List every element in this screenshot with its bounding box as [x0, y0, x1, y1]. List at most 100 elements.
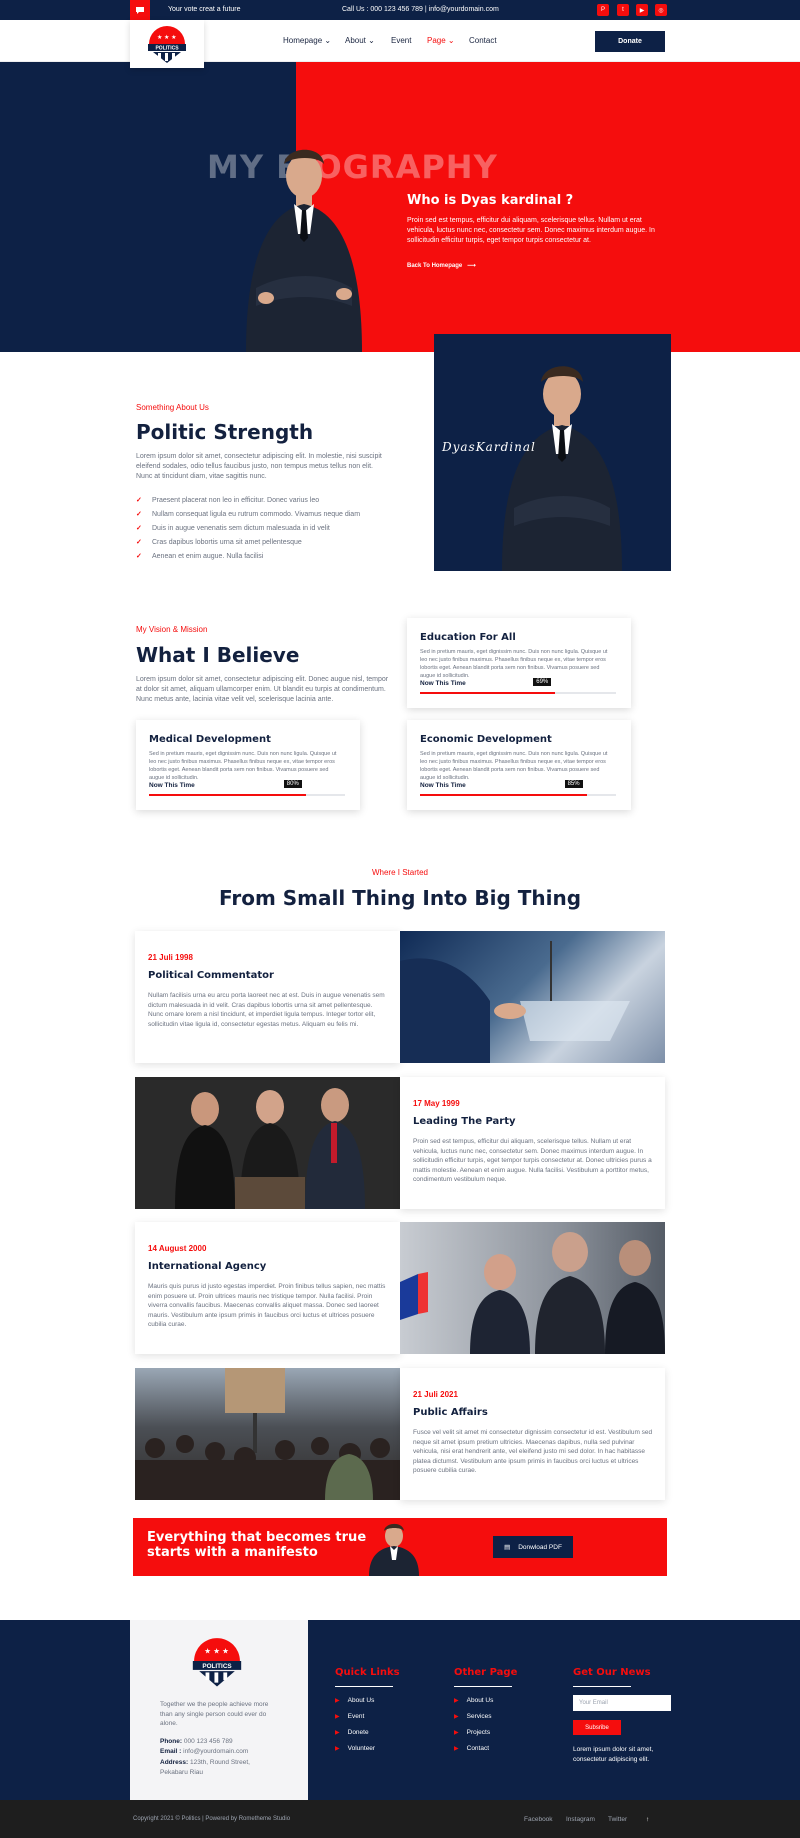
footer-link[interactable]: ▶ Contact — [454, 1745, 489, 1752]
vision-card: Education For All Sed in pretium mauris,… — [407, 618, 631, 708]
about-point: ✓ Praesent placerat non leo in efficitur.… — [136, 497, 320, 504]
nav-event[interactable]: Event — [391, 36, 411, 45]
timeline-card: 17 May 1999 Leading The Party Proin sed … — [400, 1077, 665, 1209]
site-logo[interactable]: ★ ★ ★ POLITICS — [130, 20, 204, 68]
timeline-date: 14 August 2000 — [148, 1244, 207, 1253]
protest-crowd-image — [135, 1368, 400, 1500]
instagram-icon[interactable]: ◎ — [655, 4, 667, 16]
facebook-link[interactable]: Facebook — [524, 1816, 553, 1823]
timeline-card-title: Public Affairs — [413, 1407, 488, 1418]
vision-title: What I Believe — [136, 643, 300, 667]
progress-fill — [420, 692, 556, 694]
now-this-time-label: Now This Time — [420, 680, 466, 687]
manifesto-text: Everything that becomes true starts with… — [147, 1530, 367, 1560]
footer-link[interactable]: ▶ Donete — [335, 1729, 369, 1736]
footer-phone: Phone: 000 123 456 789 — [160, 1738, 233, 1745]
divider — [454, 1686, 512, 1687]
nav-homepage[interactable]: Homepage ⌄ — [283, 36, 331, 45]
check-icon: ✓ — [136, 553, 142, 560]
about-point: ✓ Nullam consequat ligula eu rutrum commo… — [136, 511, 361, 518]
hero-portrait — [246, 149, 362, 352]
nav-about[interactable]: About ⌄ — [345, 36, 375, 45]
quick-links-title: Quick Links — [335, 1667, 400, 1678]
vision-card-text: Sed in pretium mauris, eget dignissim nu… — [420, 751, 608, 781]
divider — [335, 1686, 393, 1687]
timeline-card-text: Proin sed est tempus, efficitur dui aliq… — [413, 1138, 652, 1183]
timeline-card-text: Mauris quis purus id justo egestas imper… — [148, 1283, 386, 1328]
donate-button[interactable]: Donate — [595, 31, 665, 52]
timeline-card-title: Leading The Party — [413, 1116, 516, 1127]
footer-link[interactable]: ▶ Volunteer — [335, 1745, 375, 1752]
timeline-card: 21 Juli 2021 Public Affairs Fusce vel ve… — [400, 1368, 665, 1500]
vision-card-title: Economic Development — [420, 734, 552, 745]
subscribe-button[interactable]: Subsribe — [573, 1720, 621, 1735]
newsletter-email-input[interactable]: Your Email — [573, 1695, 671, 1711]
progress-percent: 80% — [283, 780, 302, 788]
vision-card-text: Sed in pretium mauris, eget dignissim nu… — [149, 751, 337, 781]
footer-link[interactable]: ▶ Event — [335, 1713, 364, 1720]
caret-right-icon: ▶ — [454, 1730, 459, 1736]
check-icon: ✓ — [136, 497, 142, 504]
profile-portrait — [502, 366, 622, 571]
check-icon: ✓ — [136, 511, 142, 518]
vision-card: Medical Development Sed in pretium mauri… — [136, 720, 360, 810]
footer-link[interactable]: ▶ About Us — [454, 1697, 493, 1704]
timeline-card-text: Fusce vel velit sit amet mi consectetur … — [413, 1429, 653, 1474]
podium-speaker-image — [400, 931, 665, 1063]
svg-text:★ ★ ★: ★ ★ ★ — [204, 1646, 229, 1655]
caret-right-icon: ▶ — [454, 1698, 459, 1704]
timeline-card: 14 August 2000 International Agency Maur… — [135, 1222, 400, 1354]
twitter-link[interactable]: Twitter — [608, 1816, 627, 1823]
check-icon: ✓ — [136, 525, 142, 532]
vision-card: Economic Development Sed in pretium maur… — [407, 720, 631, 810]
caret-right-icon: ▶ — [335, 1714, 340, 1720]
vision-kicker: My Vision & Mission — [136, 625, 208, 634]
twitter-icon[interactable]: t — [617, 4, 629, 16]
conference-delegates-image — [400, 1222, 665, 1354]
progress-percent: 85% — [564, 780, 583, 788]
youtube-icon[interactable]: ▶ — [636, 4, 648, 16]
footer-link[interactable]: ▶ Services — [454, 1713, 492, 1720]
vision-card-title: Medical Development — [149, 734, 271, 745]
contact-info: Call Us : 000 123 456 789 | info@yourdom… — [342, 6, 499, 13]
footer-address: Address: 123th, Round Street, Pekabaru R… — [160, 1759, 250, 1776]
footer-link[interactable]: ▶ About Us — [335, 1697, 374, 1704]
footer-logo-icon: ★ ★ ★ POLITICS — [192, 1638, 242, 1687]
back-to-homepage-link[interactable]: Back To Homepage ⟶ — [407, 262, 476, 269]
vision-card-text: Sed in pretium mauris, eget dignissim nu… — [420, 649, 608, 679]
timeline-card-title: Political Commentator — [148, 970, 274, 981]
chat-icon[interactable] — [130, 0, 150, 20]
caret-right-icon: ▶ — [335, 1730, 340, 1736]
caret-right-icon: ▶ — [335, 1746, 340, 1752]
nav-contact[interactable]: Contact — [469, 36, 497, 45]
caret-right-icon: ▶ — [454, 1746, 459, 1752]
vision-card-title: Education For All — [420, 632, 516, 643]
instagram-link[interactable]: Instagram — [566, 1816, 595, 1823]
progress-bar — [420, 692, 616, 694]
signature: DyasKardinal — [442, 440, 536, 454]
footer-link[interactable]: ▶ Projects — [454, 1729, 490, 1736]
nav-page[interactable]: Page ⌄ — [427, 36, 455, 45]
svg-text:POLITICS: POLITICS — [155, 46, 179, 52]
progress-fill — [149, 794, 306, 796]
caret-right-icon: ▶ — [454, 1714, 459, 1720]
timeline-card-text: Nullam facilisis urna eu arcu porta laor… — [148, 992, 385, 1028]
about-point: ✓ Cras dapibus lobortis urna sit amet pel… — [136, 539, 302, 546]
svg-text:★ ★ ★: ★ ★ ★ — [157, 34, 176, 41]
progress-bar — [149, 794, 345, 796]
bottom-bar: Copyright 2021 © Politics | Powered by R… — [0, 1800, 800, 1838]
divider — [573, 1686, 631, 1687]
timeline-card-title: International Agency — [148, 1261, 267, 1272]
now-this-time-label: Now This Time — [420, 782, 466, 789]
timeline-title: From Small Thing Into Big Thing — [218, 886, 582, 910]
about-point: ✓ Duis in augue venenatis sem dictum male… — [136, 525, 330, 532]
footer-email: Email : info@yourdomain.com — [160, 1748, 249, 1755]
newsletter-title: Get Our News — [573, 1667, 651, 1678]
document-icon: ▤ — [504, 1544, 511, 1551]
now-this-time-label: Now This Time — [149, 782, 195, 789]
about-text: Lorem ipsum dolor sit amet, consectetur … — [136, 453, 382, 480]
check-icon: ✓ — [136, 539, 142, 546]
download-pdf-button[interactable]: ▤ Donwload PDF — [493, 1536, 573, 1558]
scroll-top-icon[interactable]: ↑ — [646, 1816, 649, 1823]
pinterest-icon[interactable]: P — [597, 4, 609, 16]
